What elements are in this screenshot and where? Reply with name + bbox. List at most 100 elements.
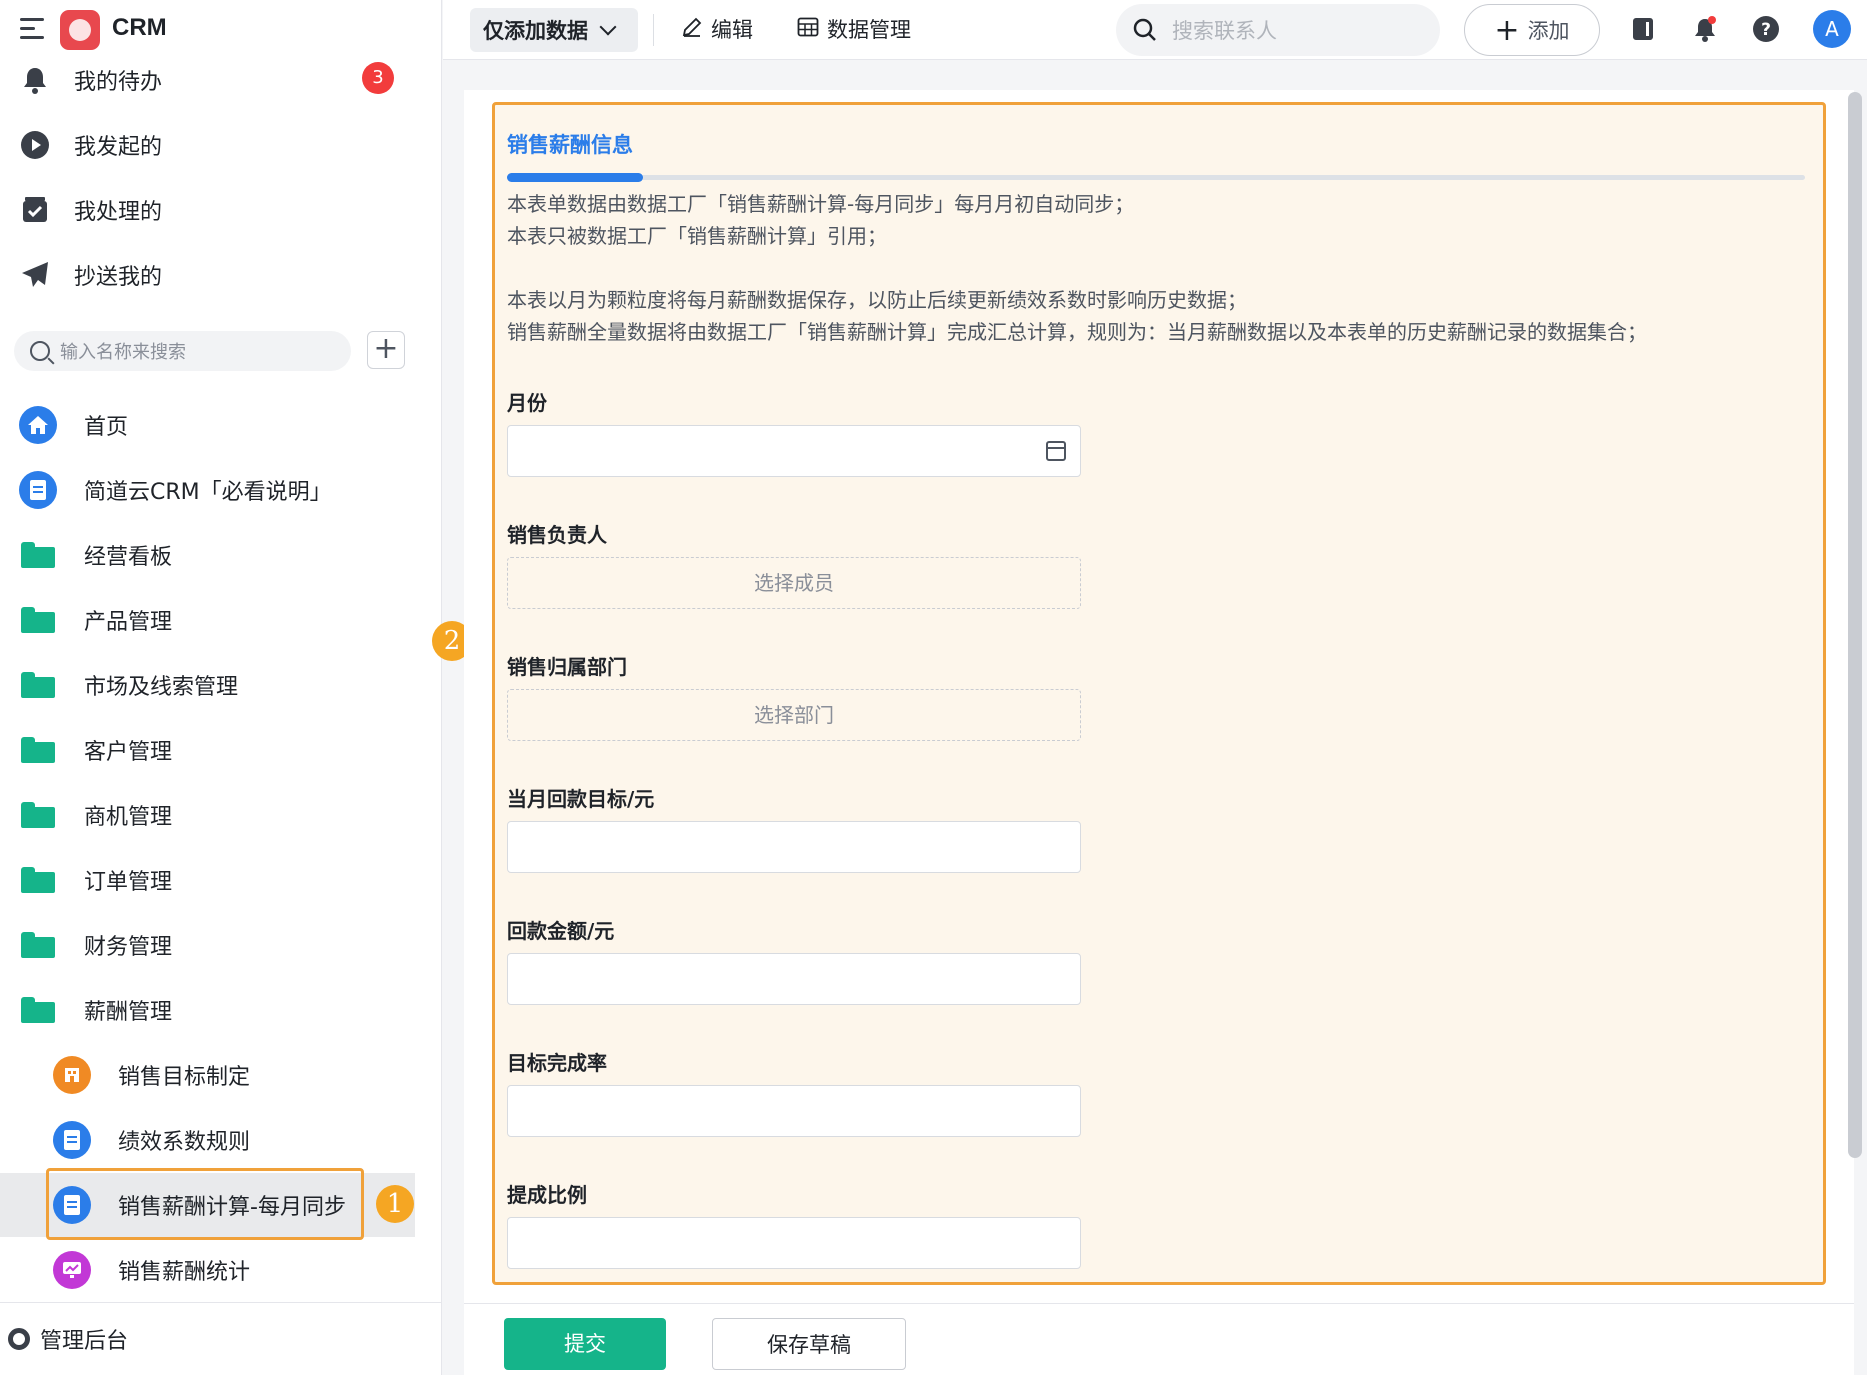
section-underline [507, 173, 1805, 182]
commission-ratio-input[interactable] [507, 1217, 1081, 1269]
sidebar-item-customers[interactable]: 客户管理 [18, 718, 418, 782]
sidebar-item-my-todo[interactable]: 我的待办 3 [18, 48, 418, 112]
document-icon [19, 471, 57, 509]
bell-icon [18, 63, 52, 97]
sidebar-item-label: 产品管理 [84, 610, 173, 635]
notification-bell-icon[interactable] [1691, 15, 1719, 43]
menu-icon[interactable] [20, 18, 44, 40]
folder-icon [18, 665, 58, 705]
sales-comp-form: 销售薪酬信息 本表单数据由数据工厂「销售薪酬计算-每月同步」每月月初自动同步；本… [492, 102, 1826, 1285]
search-icon [30, 341, 50, 361]
field-label-payment-amount: 回款金额/元 [507, 919, 615, 943]
calendar-icon [1046, 441, 1066, 461]
data-manage-button[interactable]: 数据管理 [797, 14, 911, 44]
sidebar-item-label: 薪酬管理 [84, 1000, 173, 1025]
submit-button[interactable]: 提交 [504, 1318, 666, 1370]
sidebar-item-label: 我发起的 [74, 135, 163, 160]
sidebar-item-label: 市场及线索管理 [84, 675, 239, 700]
sidebar-item-sales-comp-stats[interactable]: 销售薪酬统计 [52, 1238, 452, 1302]
sidebar-item-label: 我处理的 [74, 200, 163, 225]
field-label-month: 月份 [507, 391, 547, 415]
sidebar-item-label: 抄送我的 [74, 265, 163, 290]
add-item-button[interactable]: + [367, 331, 405, 369]
sidebar-item-home[interactable]: 首页 [18, 393, 418, 457]
app-title: CRM [112, 14, 167, 41]
form-description: 本表单数据由数据工厂「销售薪酬计算-每月同步」每月月初自动同步； 本表只被数据工厂… [507, 188, 1647, 348]
sidebar-search-placeholder: 输入名称来搜索 [60, 342, 186, 363]
folder-icon [18, 795, 58, 835]
select-department-button[interactable]: 选择部门 [507, 689, 1081, 741]
sidebar-item-initiated[interactable]: 我发起的 [18, 113, 418, 177]
topbar: 仅添加数据 编辑 数据管理 搜索联系人 + 添加 ? A [443, 0, 1867, 60]
add-label: 添加 [1527, 19, 1570, 43]
description-line: 销售薪酬全量数据将由数据工厂「销售薪酬计算」完成汇总计算，规则为：当月薪酬数据以… [507, 320, 1647, 344]
sidebar-item-opportunities[interactable]: 商机管理 [18, 783, 418, 847]
sidebar-item-leads[interactable]: 市场及线索管理 [18, 653, 418, 717]
check-box-icon [18, 193, 52, 227]
sidebar-item-label: 销售薪酬统计 [118, 1260, 251, 1285]
document-icon [53, 1121, 91, 1159]
description-line [507, 252, 1647, 284]
sidebar-item-processed[interactable]: 我处理的 [18, 178, 418, 242]
description-line: 本表以月为颗粒度将每月薪酬数据保存，以防止后续更新绩效系数时影响历史数据； [507, 288, 1247, 312]
user-avatar[interactable]: A [1813, 10, 1851, 48]
search-icon [1133, 18, 1156, 41]
doc-icon-wrap [52, 1120, 92, 1160]
add-button[interactable]: + 添加 [1464, 4, 1600, 56]
sidebar-item-guide[interactable]: 简道云CRM「必看说明」 [18, 458, 418, 522]
scrollbar[interactable] [1848, 92, 1862, 1158]
form-actions: 提交 保存草稿 [464, 1303, 1854, 1375]
sidebar-item-products[interactable]: 产品管理 [18, 588, 418, 652]
chevron-down-icon [599, 18, 617, 36]
crm-logo-icon [60, 10, 100, 50]
pencil-icon [681, 16, 703, 43]
book-icon[interactable] [1629, 15, 1657, 43]
save-draft-button[interactable]: 保存草稿 [712, 1318, 906, 1370]
field-label-completion-rate: 目标完成率 [507, 1051, 607, 1075]
sidebar-item-orders[interactable]: 订单管理 [18, 848, 418, 912]
gear-icon [8, 1328, 30, 1350]
sidebar-item-label: 客户管理 [84, 740, 173, 765]
sidebar: CRM 我的待办 3 我发起的 我处理的 抄送我的 输入名称来搜索 + 首页 简… [0, 0, 442, 1375]
description-line: 本表只被数据工厂「销售薪酬计算」引用； [507, 224, 887, 248]
sidebar-item-compensation[interactable]: 薪酬管理 [18, 978, 418, 1042]
svg-text:?: ? [1761, 20, 1771, 40]
completion-rate-input[interactable] [507, 1085, 1081, 1137]
sidebar-item-label: 商机管理 [84, 805, 173, 830]
sidebar-item-label: 经营看板 [84, 545, 173, 570]
sidebar-item-label: 绩效系数规则 [118, 1130, 251, 1155]
home-icon [19, 406, 57, 444]
folder-open-icon [18, 990, 58, 1030]
sidebar-item-dashboard[interactable]: 经营看板 [18, 523, 418, 587]
monthly-target-input[interactable] [507, 821, 1081, 873]
sidebar-item-sales-target[interactable]: 销售目标制定 [52, 1043, 452, 1107]
sidebar-item-label: 订单管理 [84, 870, 173, 895]
payment-amount-input[interactable] [507, 953, 1081, 1005]
section-title: 销售薪酬信息 [507, 133, 633, 157]
edit-button[interactable]: 编辑 [681, 14, 753, 44]
sidebar-item-finance[interactable]: 财务管理 [18, 913, 418, 977]
sidebar-item-performance-rules[interactable]: 绩效系数规则 [52, 1108, 452, 1172]
send-icon [18, 258, 52, 292]
help-icon[interactable]: ? [1752, 15, 1780, 43]
sidebar-item-label: 首页 [84, 415, 129, 440]
edit-label: 编辑 [711, 18, 753, 42]
sidebar-item-cc[interactable]: 抄送我的 [18, 243, 418, 307]
doc-icon-wrap [18, 470, 58, 510]
contact-search-placeholder: 搜索联系人 [1172, 19, 1277, 43]
step-badge-1: 1 [376, 1185, 414, 1223]
contact-search-input[interactable]: 搜索联系人 [1116, 4, 1440, 56]
folder-icon [18, 730, 58, 770]
folder-icon [18, 860, 58, 900]
field-label-sales-owner: 销售负责人 [507, 523, 607, 547]
target-icon-wrap [52, 1055, 92, 1095]
building-icon [53, 1056, 91, 1094]
admin-link[interactable]: 管理后台 [0, 1302, 442, 1375]
sidebar-search[interactable]: 输入名称来搜索 [14, 331, 351, 371]
mode-dropdown[interactable]: 仅添加数据 [470, 8, 638, 52]
sidebar-item-label: 简道云CRM「必看说明」 [84, 480, 332, 505]
select-member-button[interactable]: 选择成员 [507, 557, 1081, 609]
month-date-input[interactable] [507, 425, 1081, 477]
field-label-commission-ratio: 提成比例 [507, 1183, 587, 1207]
mode-label: 仅添加数据 [483, 19, 588, 43]
